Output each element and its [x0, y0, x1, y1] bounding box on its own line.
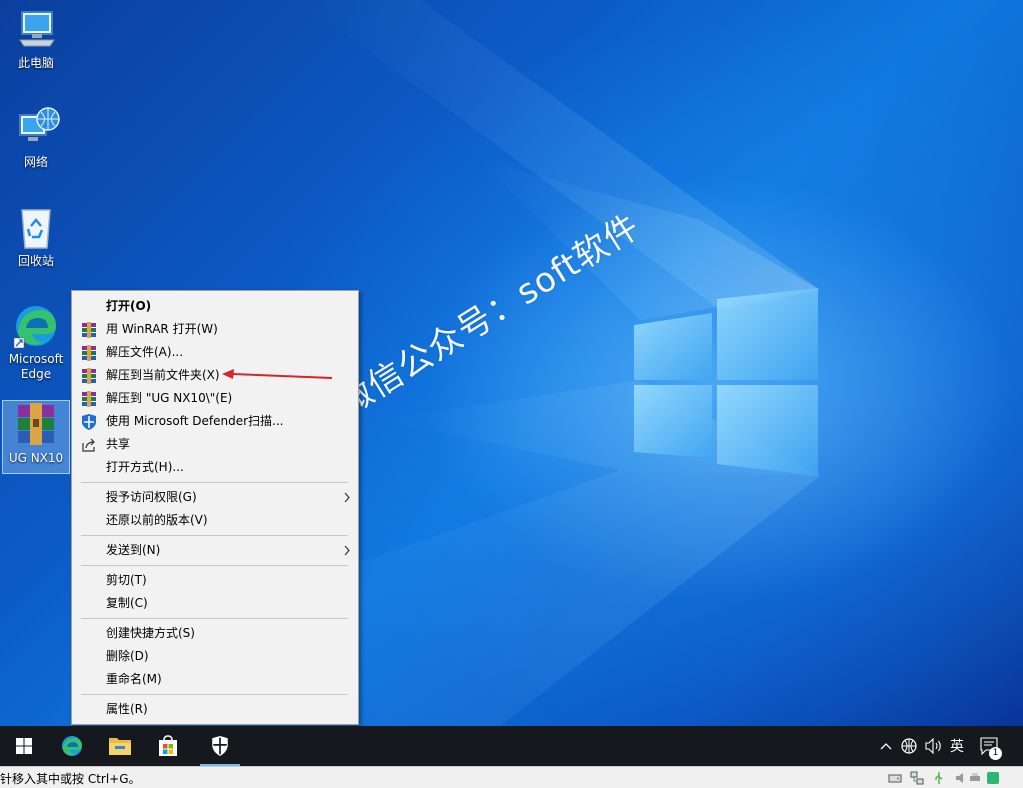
menu-item-label: 重命名(M) [106, 672, 162, 686]
desktop-icon-this-pc[interactable]: 此电脑 [2, 6, 70, 71]
menu-item-label: 共享 [106, 437, 131, 451]
status-text: 针移入其中或按 Ctrl+G。 [0, 772, 141, 786]
winrar-archive-icon [12, 401, 60, 449]
volume-button[interactable] [922, 726, 946, 766]
status-bar: 针移入其中或按 Ctrl+G。 [0, 766, 1023, 788]
share-icon [81, 437, 97, 453]
menu-item-open[interactable]: 打开(O) [72, 295, 358, 318]
taskbar-edge-button[interactable] [48, 726, 96, 766]
menu-item-delete[interactable]: 删除(D) [72, 645, 358, 668]
desktop-icon-label: 回收站 [17, 254, 54, 268]
menu-separator [81, 694, 348, 695]
winrar-icon [81, 322, 97, 338]
windows-security-icon [212, 736, 228, 756]
message-icon[interactable] [986, 771, 1000, 785]
printer-icon[interactable] [968, 771, 982, 785]
menu-item-label: 属性(R) [106, 702, 148, 716]
taskbar: 英 1 [0, 726, 1023, 766]
chevron-right-icon [342, 539, 352, 562]
network-adapter-icon[interactable] [910, 771, 924, 785]
desktop-icon-network[interactable]: 网络 [2, 105, 70, 170]
winrar-icon [81, 345, 97, 361]
menu-item-extract-files[interactable]: 解压文件(A)... [72, 341, 358, 364]
menu-item-label: 打开方式(H)... [106, 460, 184, 474]
defender-shield-icon [81, 414, 97, 430]
menu-item-label: 解压文件(A)... [106, 345, 184, 359]
menu-item-label: 授予访问权限(G) [106, 490, 197, 504]
sound-device-icon[interactable] [954, 771, 968, 785]
menu-item-give-access[interactable]: 授予访问权限(G) [72, 486, 358, 509]
menu-item-label: 复制(C) [106, 596, 148, 610]
menu-item-open-with-winrar[interactable]: 用 WinRAR 打开(W) [72, 318, 358, 341]
menu-item-label: 解压到 "UG NX10\"(E) [106, 391, 233, 405]
file-explorer-icon [109, 738, 131, 755]
action-center-button[interactable]: 1 [976, 726, 1004, 766]
menu-item-label: 用 WinRAR 打开(W) [106, 322, 218, 336]
desktop-icon-recycle-bin[interactable]: 回收站 [2, 204, 70, 269]
menu-item-copy[interactable]: 复制(C) [72, 592, 358, 615]
desktop-icon-label: Microsoft Edge [8, 352, 64, 381]
menu-item-defender-scan[interactable]: 使用 Microsoft Defender扫描... [72, 410, 358, 433]
network-icon [12, 105, 60, 153]
menu-item-extract-to-folder[interactable]: 解压到 "UG NX10\"(E) [72, 387, 358, 410]
menu-separator [81, 535, 348, 536]
taskbar-security-button[interactable] [196, 726, 244, 766]
start-icon [16, 738, 32, 754]
desktop-icon-label: 此电脑 [17, 56, 54, 70]
menu-item-rename[interactable]: 重命名(M) [72, 668, 358, 691]
recycle-bin-icon [12, 204, 60, 252]
menu-item-label: 使用 Microsoft Defender扫描... [106, 414, 284, 428]
menu-separator [81, 618, 348, 619]
taskbar-store-button[interactable] [144, 726, 192, 766]
show-hidden-icons-button[interactable] [876, 726, 896, 766]
menu-item-label: 删除(D) [106, 649, 149, 663]
menu-separator [81, 565, 348, 566]
desktop-icon-label: 网络 [23, 155, 48, 169]
desktop-icon-edge[interactable]: Microsoft Edge [2, 302, 70, 382]
winrar-icon [81, 368, 97, 384]
start-button[interactable] [0, 726, 48, 766]
menu-item-cut[interactable]: 剪切(T) [72, 569, 358, 592]
menu-item-send-to[interactable]: 发送到(N) [72, 539, 358, 562]
menu-item-label: 创建快捷方式(S) [106, 626, 195, 640]
desktop-icon-label: UG NX10 [8, 451, 64, 465]
taskbar-file-explorer-button[interactable] [96, 726, 144, 766]
menu-item-restore-versions[interactable]: 还原以前的版本(V) [72, 509, 358, 532]
menu-item-properties[interactable]: 属性(R) [72, 698, 358, 721]
network-tray-button[interactable] [898, 726, 920, 766]
context-menu: 打开(O) 用 WinRAR 打开(W) 解压文件(A)... 解压到当前文件夹… [71, 290, 359, 725]
menu-item-label: 还原以前的版本(V) [106, 513, 208, 527]
menu-item-share[interactable]: 共享 [72, 433, 358, 456]
usb-icon[interactable] [932, 771, 946, 785]
winrar-icon [81, 391, 97, 407]
notification-count-badge: 1 [989, 747, 1002, 760]
chevron-up-icon [880, 743, 892, 750]
edge-icon [62, 736, 82, 756]
store-icon [159, 735, 177, 756]
chevron-right-icon [342, 486, 352, 509]
globe-icon [901, 738, 917, 754]
menu-item-open-with[interactable]: 打开方式(H)... [72, 456, 358, 479]
desktop-icon-ug-nx10[interactable]: UG NX10 [2, 400, 70, 474]
menu-item-create-shortcut[interactable]: 创建快捷方式(S) [72, 622, 358, 645]
ime-label: 英 [950, 739, 964, 755]
menu-separator [81, 482, 348, 483]
menu-item-label: 打开(O) [106, 299, 152, 313]
annotation-arrow-icon [222, 369, 333, 379]
edge-icon [12, 302, 60, 350]
menu-item-label: 发送到(N) [106, 543, 161, 557]
hard-disk-icon[interactable] [888, 771, 902, 785]
this-pc-icon [12, 6, 60, 54]
input-method-button[interactable]: 英 [946, 726, 968, 766]
speaker-icon [925, 738, 941, 754]
menu-item-label: 解压到当前文件夹(X) [106, 368, 220, 382]
menu-item-label: 剪切(T) [106, 573, 147, 587]
